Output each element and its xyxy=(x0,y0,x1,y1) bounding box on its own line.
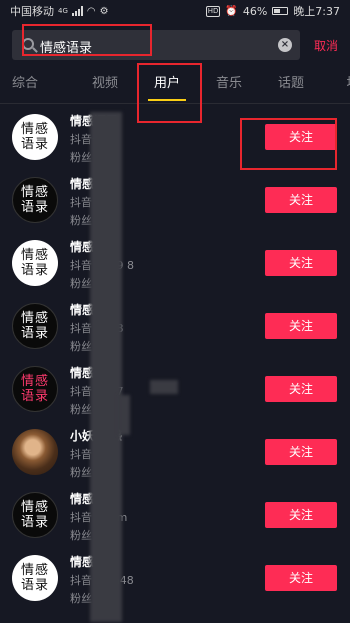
redaction-mask xyxy=(90,112,122,622)
list-item[interactable]: 情感语录 情感 抖音 2168 粉丝 w 关注 xyxy=(0,297,350,360)
network-label: 4G xyxy=(58,7,68,15)
tab-all[interactable]: 综合 xyxy=(0,66,74,103)
avatar-text-bottom: 语录 xyxy=(20,515,49,530)
status-bar: 中国移动 4G ◠ ⚙ HD ⏰ 46% 晚上7:37 xyxy=(0,0,350,22)
tab-video[interactable]: 视频 xyxy=(74,66,136,103)
redaction-mask xyxy=(150,380,178,394)
user-results-list: 情感语录 情感语录 抖音号 y 粉丝 w 关注 情感语录 情感 抖音 169 粉… xyxy=(0,108,350,612)
clear-icon[interactable]: × xyxy=(278,38,292,52)
list-item[interactable]: 情感语录 情感 抖音 169 粉丝 w 关注 xyxy=(0,171,350,234)
signal-icon xyxy=(71,6,83,16)
avatar-text-top: 情感 xyxy=(20,374,49,389)
list-item[interactable]: 小妖 情感 抖音 da 粉丝 关注 xyxy=(0,423,350,486)
avatar[interactable]: 情感 语录 xyxy=(12,177,58,223)
avatar[interactable] xyxy=(12,429,58,475)
list-item[interactable]: 情感语录 情感 抖音 7519 8 粉丝 w 关注 xyxy=(0,234,350,297)
battery-percent: 46% xyxy=(242,4,268,18)
avatar-text-top: 情感 xyxy=(20,563,49,578)
avatar-text-top: 情感 xyxy=(20,500,49,515)
follow-button[interactable]: 关注 xyxy=(265,250,337,276)
avatar-text-top: 情感 xyxy=(20,185,49,200)
avatar[interactable]: 情感 语录 xyxy=(12,114,58,160)
list-item[interactable]: 情感语录 情感 抖音 3o n48 粉丝 w 关注 xyxy=(0,549,350,612)
avatar-text-top: 情感 xyxy=(20,248,49,263)
avatar-text-bottom: 语录 xyxy=(20,263,49,278)
wifi-icon: ◠ xyxy=(86,5,96,17)
hd-icon: HD xyxy=(205,5,221,17)
tab-topics[interactable]: 话题 xyxy=(260,66,322,103)
avatar-text-top: 情感 xyxy=(20,122,49,137)
follow-button[interactable]: 关注 xyxy=(265,565,337,591)
alarm-icon: ⏰ xyxy=(225,5,238,17)
tab-music[interactable]: 音乐 xyxy=(198,66,260,103)
tab-location[interactable]: 地 xyxy=(322,66,350,103)
list-item[interactable]: 情感语录 情感 抖音 k3 tm 粉丝 w 关注 xyxy=(0,486,350,549)
avatar-text-bottom: 语录 xyxy=(20,326,49,341)
avatar[interactable]: 情感 语录 xyxy=(12,366,58,412)
avatar[interactable]: 情感 语录 xyxy=(12,240,58,286)
avatar-text-top: 情感 xyxy=(20,311,49,326)
follower-count: 粉丝 xyxy=(70,466,92,479)
follow-button[interactable]: 关注 xyxy=(265,313,337,339)
follow-button[interactable]: 关注 xyxy=(265,187,337,213)
search-highlight-box xyxy=(22,24,152,56)
follow-button[interactable]: 关注 xyxy=(265,376,337,402)
redaction-mask xyxy=(118,395,130,435)
avatar-text-bottom: 语录 xyxy=(20,200,49,215)
settings-icon: ⚙ xyxy=(99,5,109,17)
carrier-label: 中国移动 xyxy=(10,5,54,18)
clock: 晚上7:37 xyxy=(293,5,340,18)
follow-button[interactable]: 关注 xyxy=(265,502,337,528)
avatar[interactable]: 情感 语录 xyxy=(12,555,58,601)
follow-highlight-box xyxy=(240,118,337,170)
cancel-button[interactable]: 取消 xyxy=(314,37,338,54)
avatar-text-bottom: 语录 xyxy=(20,578,49,593)
follow-button[interactable]: 关注 xyxy=(265,439,337,465)
avatar[interactable]: 情感 语录 xyxy=(12,492,58,538)
avatar-text-bottom: 语录 xyxy=(20,389,49,404)
avatar-text-bottom: 语录 xyxy=(20,137,49,152)
battery-icon xyxy=(272,7,289,15)
avatar[interactable]: 情感 语录 xyxy=(12,303,58,349)
